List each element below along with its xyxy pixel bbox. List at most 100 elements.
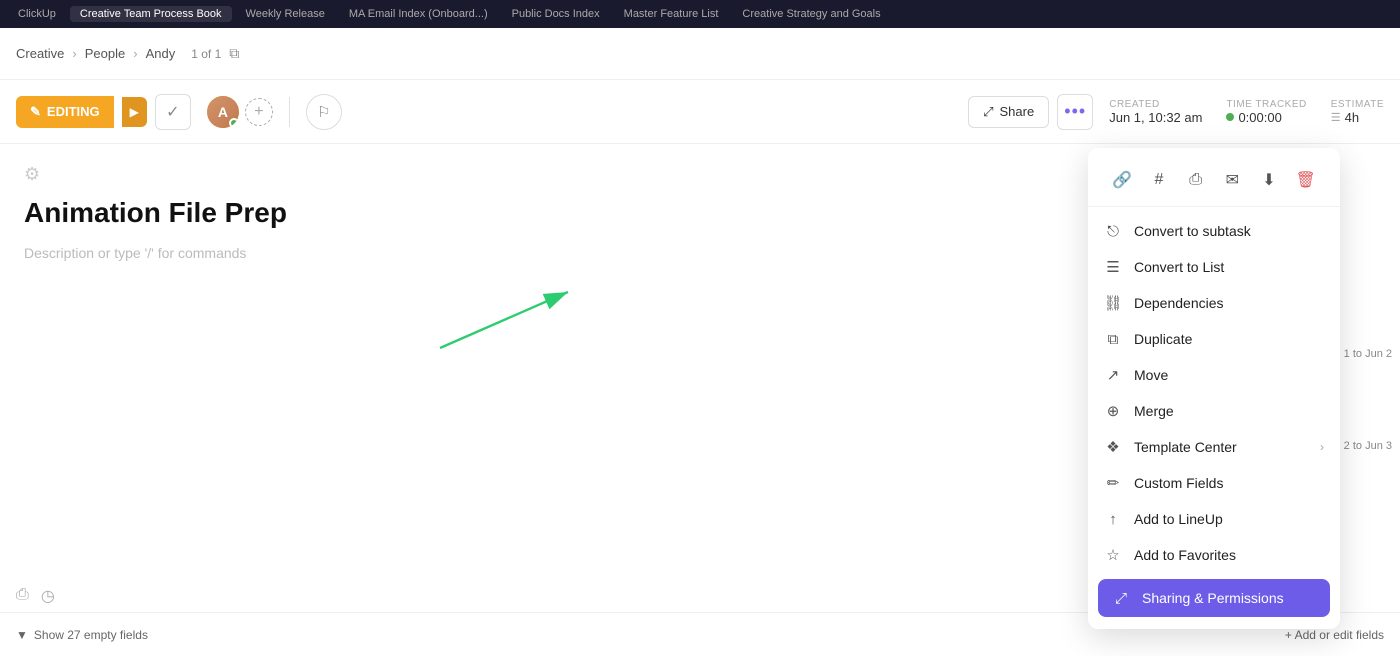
sharing-label: Sharing & Permissions: [1142, 590, 1284, 606]
move-item[interactable]: ↗ Move: [1088, 357, 1340, 393]
duplicate-item[interactable]: ⧉ Duplicate: [1088, 321, 1340, 357]
editing-pencil-icon: ✎: [30, 104, 41, 120]
editing-label: EDITING: [47, 104, 100, 119]
estimate-meta: ESTIMATE ☰ 4h: [1331, 99, 1384, 125]
history-bottom-icon[interactable]: ◷: [41, 586, 55, 606]
subtask-icon: ⎋: [1104, 222, 1122, 240]
tracking-dot: [1226, 113, 1234, 121]
move-label: Move: [1134, 367, 1168, 383]
trash-icon-btn[interactable]: 🗑: [1290, 164, 1322, 196]
custom-fields-label: Custom Fields: [1134, 475, 1223, 491]
toolbar-divider-1: [289, 97, 290, 127]
toolbar-right: ⤢ Share ••• CREATED Jun 1, 10:32 am TIME…: [968, 94, 1384, 130]
time-tracked-value: 0:00:00: [1226, 110, 1306, 125]
flag-icon: ⚐: [317, 103, 330, 121]
link-icon-btn[interactable]: 🔗: [1106, 164, 1138, 196]
online-dot: [229, 118, 239, 128]
tab-ma-email[interactable]: MA Email Index (Onboard...): [339, 6, 498, 22]
custom-fields-item[interactable]: ✏ Custom Fields: [1088, 465, 1340, 501]
merge-item[interactable]: ⊕ Merge: [1088, 393, 1340, 429]
download-icon-btn[interactable]: ⬇: [1253, 164, 1285, 196]
breadcrumb-people[interactable]: People: [85, 46, 125, 61]
tab-clickup[interactable]: ClickUp: [8, 6, 66, 22]
add-person-button[interactable]: +: [245, 98, 273, 126]
lineup-icon: ↑: [1104, 510, 1122, 528]
share-label: Share: [1000, 104, 1035, 119]
hash-icon: #: [1155, 171, 1164, 189]
print-icon: ⎙: [1189, 171, 1202, 189]
estimate-label: ESTIMATE: [1331, 99, 1384, 110]
sharing-icon: ⤢: [1112, 589, 1130, 607]
template-center-item[interactable]: ❖ Template Center ›: [1088, 429, 1340, 465]
show-fields-label: Show 27 empty fields: [34, 628, 148, 642]
chevron-right-icon: ›: [1320, 440, 1324, 454]
convert-to-subtask-item[interactable]: ⎋ Convert to subtask: [1088, 213, 1340, 249]
checkmark-button[interactable]: ✓: [155, 94, 191, 130]
email-icon: ✉: [1226, 170, 1239, 190]
time-tracked-label: TIME TRACKED: [1226, 99, 1306, 110]
tab-master-feature[interactable]: Master Feature List: [614, 6, 729, 22]
dropdown-icons-row: 🔗 # ⎙ ✉ ⬇ 🗑: [1088, 154, 1340, 207]
sharing-permissions-item[interactable]: ⤢ Sharing & Permissions: [1098, 579, 1330, 617]
link-icon: 🔗: [1112, 170, 1132, 190]
merge-icon: ⊕: [1104, 402, 1122, 420]
copy-icon[interactable]: ⧉: [229, 45, 239, 62]
tab-public-docs[interactable]: Public Docs Index: [502, 6, 610, 22]
avatar-group: A +: [205, 94, 273, 130]
dependency-icon: ⛓: [1104, 294, 1122, 312]
move-icon: ↗: [1104, 366, 1122, 384]
checkmark-icon: ✓: [166, 102, 179, 122]
duplicate-label: Duplicate: [1134, 331, 1192, 347]
tab-creative-process[interactable]: Creative Team Process Book: [70, 6, 232, 22]
add-to-favorites-item[interactable]: ☆ Add to Favorites: [1088, 537, 1340, 573]
breadcrumb-creative[interactable]: Creative: [16, 46, 64, 61]
download-icon: ⬇: [1262, 170, 1275, 190]
created-meta: CREATED Jun 1, 10:32 am: [1109, 99, 1202, 125]
estimate-value: ☰ 4h: [1331, 110, 1384, 125]
convert-to-list-item[interactable]: ☰ Convert to List: [1088, 249, 1340, 285]
email-icon-btn[interactable]: ✉: [1216, 164, 1248, 196]
tab-weekly-release[interactable]: Weekly Release: [236, 6, 335, 22]
bottom-icons: ⎙ ◷: [16, 586, 55, 606]
created-label: CREATED: [1109, 99, 1202, 110]
template-icon: ❖: [1104, 438, 1122, 456]
flag-button[interactable]: ⚐: [306, 94, 342, 130]
breadcrumb-bar: Creative › People › Andy 1 of 1 ⧉: [0, 28, 1400, 80]
show-fields-button[interactable]: ▼ Show 27 empty fields: [16, 628, 148, 642]
editing-button[interactable]: ✎ EDITING: [16, 96, 114, 128]
more-options-button[interactable]: •••: [1057, 94, 1093, 130]
dependencies-item[interactable]: ⛓ Dependencies: [1088, 285, 1340, 321]
add-to-lineup-item[interactable]: ↑ Add to LineUp: [1088, 501, 1340, 537]
estimate-icon: ☰: [1331, 111, 1341, 124]
print-bottom-icon[interactable]: ⎙: [16, 586, 29, 606]
convert-subtask-label: Convert to subtask: [1134, 223, 1251, 239]
hash-icon-btn[interactable]: #: [1143, 164, 1175, 196]
created-value: Jun 1, 10:32 am: [1109, 110, 1202, 125]
tab-creative-strategy[interactable]: Creative Strategy and Goals: [732, 6, 890, 22]
trash-icon: 🗑: [1295, 170, 1315, 190]
green-arrow: [420, 284, 620, 364]
editing-arrow-button[interactable]: ▶: [122, 97, 147, 127]
dependencies-label: Dependencies: [1134, 295, 1224, 311]
dropdown-menu: 🔗 # ⎙ ✉ ⬇ 🗑 ⎋ Convert to subtask ☰ Conve…: [1088, 148, 1340, 629]
breadcrumb-sep-2: ›: [133, 46, 137, 61]
dots-icon: •••: [1064, 101, 1086, 122]
template-center-label: Template Center: [1134, 439, 1237, 455]
time-tracked-meta: TIME TRACKED 0:00:00: [1226, 99, 1306, 125]
add-lineup-label: Add to LineUp: [1134, 511, 1223, 527]
favorites-icon: ☆: [1104, 546, 1122, 564]
add-edit-fields-button[interactable]: + Add or edit fields: [1285, 628, 1384, 642]
custom-fields-icon: ✏: [1104, 474, 1122, 492]
print-icon-btn[interactable]: ⎙: [1180, 164, 1212, 196]
breadcrumb-andy[interactable]: Andy: [146, 46, 176, 61]
share-button[interactable]: ⤢ Share: [968, 96, 1049, 128]
merge-label: Merge: [1134, 403, 1174, 419]
add-favorites-label: Add to Favorites: [1134, 547, 1236, 563]
convert-list-label: Convert to List: [1134, 259, 1224, 275]
duplicate-icon: ⧉: [1104, 330, 1122, 348]
meta-group: CREATED Jun 1, 10:32 am TIME TRACKED 0:0…: [1109, 99, 1384, 125]
breadcrumb-sep-1: ›: [72, 46, 76, 61]
share-icon: ⤢: [983, 104, 993, 120]
avatar[interactable]: A: [205, 94, 241, 130]
add-edit-label: + Add or edit fields: [1285, 628, 1384, 642]
